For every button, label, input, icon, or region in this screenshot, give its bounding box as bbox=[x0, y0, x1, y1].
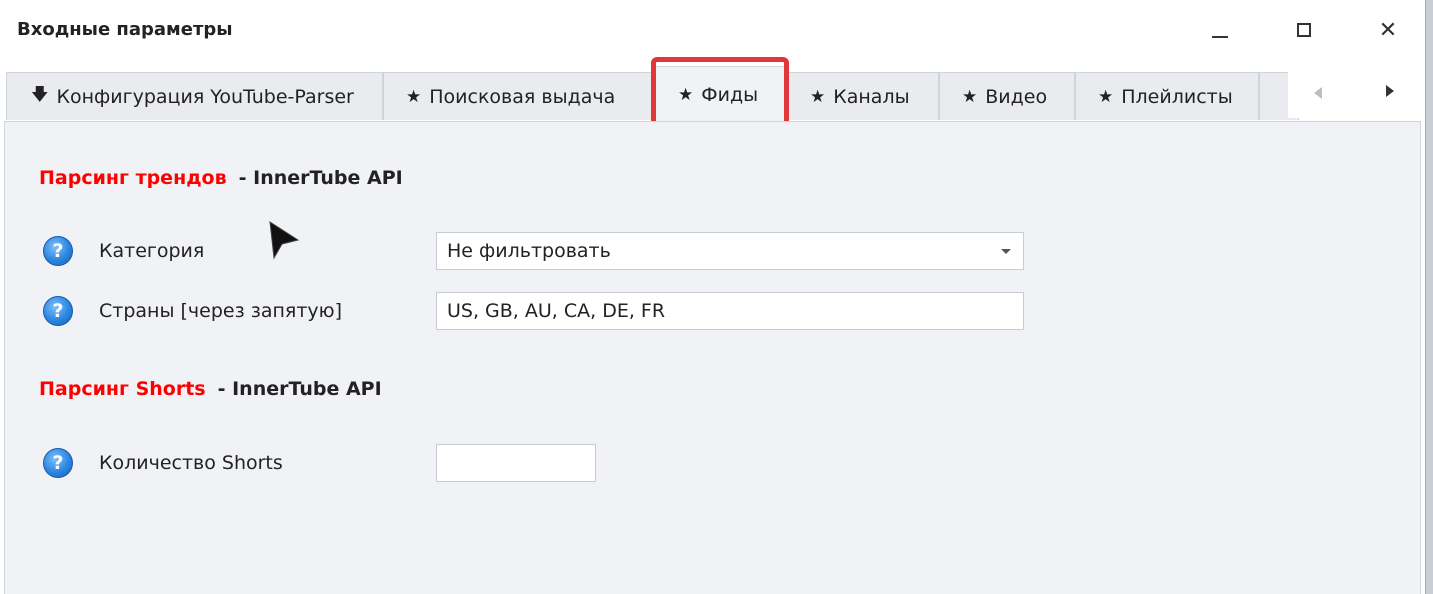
input-parameters-window: Входные параметры ✕ 🡇 Конфигурация YouTu… bbox=[0, 0, 1425, 594]
trends-section-heading: Парсинг трендов - InnerTube API bbox=[39, 167, 403, 189]
mouse-cursor-icon bbox=[269, 221, 300, 260]
tab-channels[interactable]: ★ Каналы bbox=[785, 72, 939, 120]
help-icon-shorts-count[interactable]: ? bbox=[43, 448, 73, 478]
tab-strip: 🡇 Конфигурация YouTube-Parser ★ Поискова… bbox=[0, 62, 1425, 122]
tab-playlists[interactable]: ★ Плейлисты bbox=[1075, 72, 1259, 120]
tab-label: Плейлисты bbox=[1121, 85, 1233, 108]
category-label: Категория bbox=[99, 240, 205, 262]
star-icon: ★ bbox=[678, 84, 694, 105]
close-icon: ✕ bbox=[1378, 17, 1398, 43]
tab-feeds[interactable]: ★ Фиды bbox=[655, 66, 785, 122]
tab-label: Конфигурация YouTube-Parser bbox=[56, 85, 354, 108]
shorts-count-label: Количество Shorts bbox=[99, 452, 283, 474]
help-icon-countries[interactable]: ? bbox=[43, 296, 73, 326]
star-icon: ★ bbox=[810, 86, 826, 107]
download-arrow-icon: 🡇 bbox=[31, 85, 49, 105]
countries-label: Страны [через запятую] bbox=[99, 300, 343, 322]
tab-scroll-controls bbox=[1288, 70, 1425, 118]
trends-heading-api: - InnerTube API bbox=[238, 167, 403, 189]
tab-label: Фиды bbox=[701, 83, 759, 106]
shorts-heading-red: Парсинг Shorts bbox=[39, 378, 206, 400]
shorts-heading-api: - InnerTube API bbox=[217, 378, 382, 400]
close-button[interactable]: ✕ bbox=[1366, 12, 1410, 48]
star-icon: ★ bbox=[1098, 86, 1114, 107]
maximize-button[interactable] bbox=[1282, 12, 1326, 48]
scroll-right-icon[interactable] bbox=[1386, 85, 1394, 97]
shorts-count-input[interactable] bbox=[436, 444, 596, 482]
category-dropdown[interactable]: Не фильтровать bbox=[436, 232, 1024, 270]
minimize-icon bbox=[1212, 36, 1228, 38]
star-icon: ★ bbox=[962, 86, 978, 107]
help-glyph: ? bbox=[52, 452, 64, 474]
countries-input[interactable]: US, GB, AU, CA, DE, FR bbox=[436, 292, 1024, 330]
tab-label: Каналы bbox=[833, 85, 910, 108]
help-glyph: ? bbox=[52, 300, 64, 322]
scroll-left-icon[interactable] bbox=[1314, 87, 1322, 99]
shorts-section-heading: Парсинг Shorts - InnerTube API bbox=[39, 378, 382, 400]
title-bar: Входные параметры ✕ bbox=[0, 0, 1425, 62]
star-icon: ★ bbox=[406, 86, 422, 107]
tab-video[interactable]: ★ Видео bbox=[939, 72, 1075, 120]
window-title: Входные параметры bbox=[17, 19, 233, 40]
chevron-down-icon bbox=[1001, 249, 1011, 254]
tab-label: Видео bbox=[985, 85, 1048, 108]
category-value: Не фильтровать bbox=[447, 240, 611, 262]
countries-value: US, GB, AU, CA, DE, FR bbox=[447, 300, 666, 322]
help-glyph: ? bbox=[52, 240, 64, 262]
maximize-icon bbox=[1297, 23, 1311, 37]
feeds-panel: Парсинг трендов - InnerTube API ? Категор… bbox=[4, 121, 1421, 594]
minimize-button[interactable] bbox=[1198, 12, 1242, 48]
help-icon-category[interactable]: ? bbox=[43, 236, 73, 266]
tab-config[interactable]: 🡇 Конфигурация YouTube-Parser bbox=[6, 72, 383, 120]
tab-search-results[interactable]: ★ Поисковая выдача bbox=[383, 72, 655, 120]
window-edge bbox=[1425, 0, 1433, 594]
trends-heading-red: Парсинг трендов bbox=[39, 167, 227, 189]
tab-label: Поисковая выдача bbox=[429, 85, 616, 108]
